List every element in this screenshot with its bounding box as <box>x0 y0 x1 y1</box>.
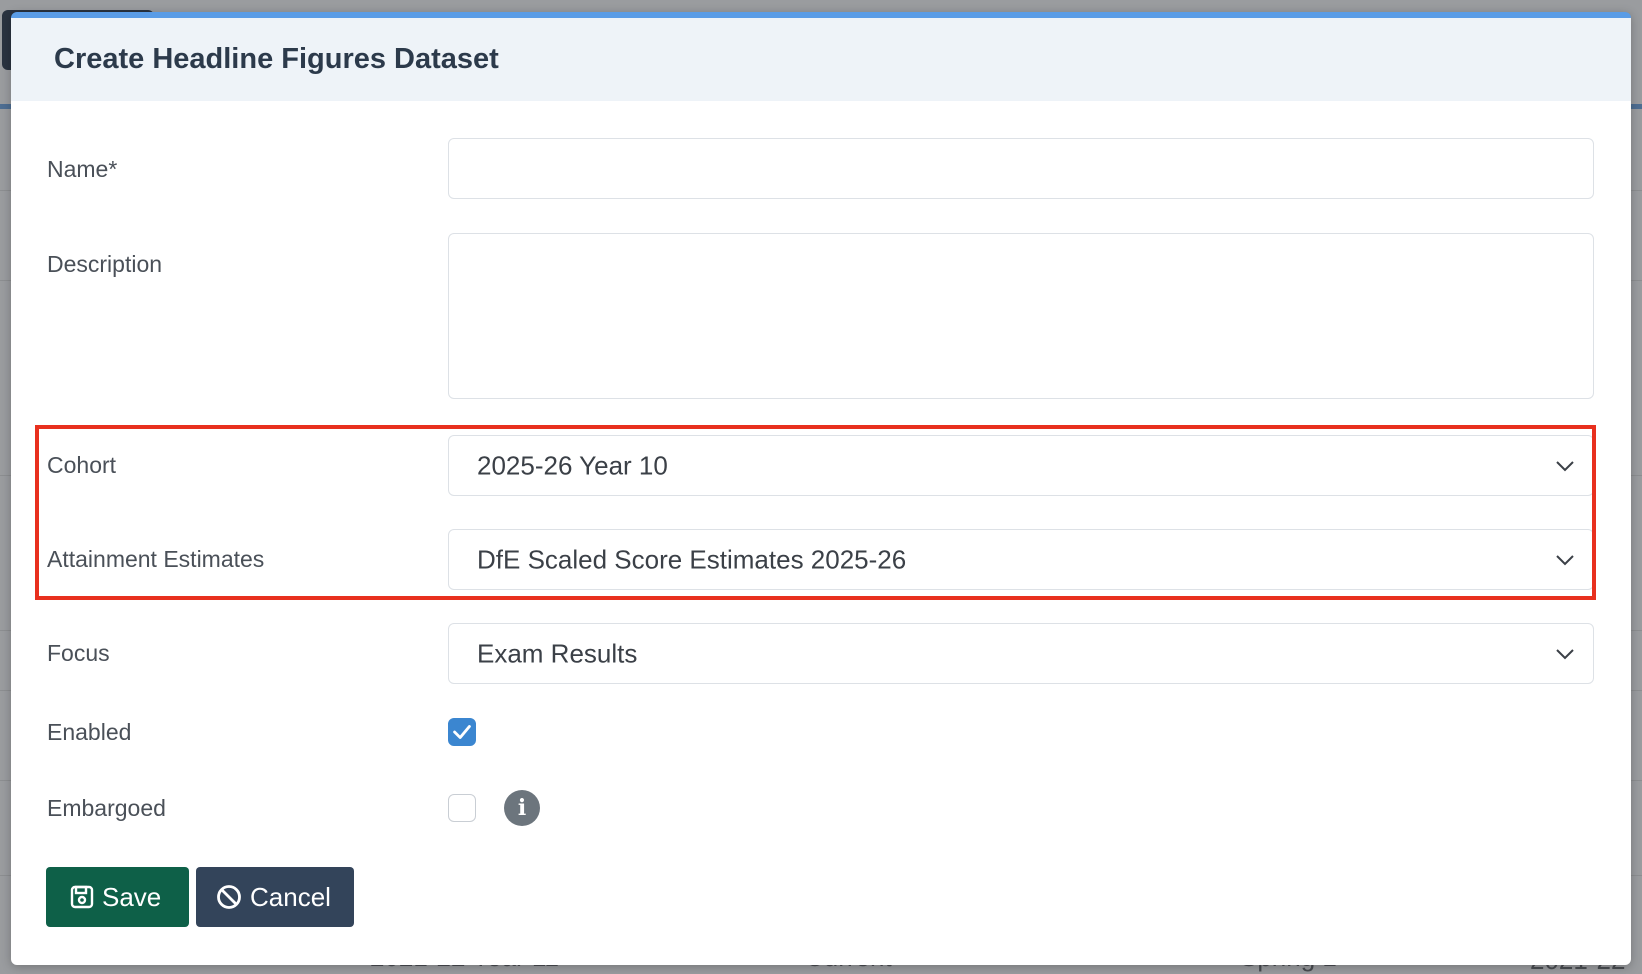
create-dataset-dialog: Create Headline Figures Dataset Name* De… <box>11 12 1631 965</box>
ban-icon <box>217 885 241 909</box>
chevron-down-icon <box>1556 554 1574 565</box>
focus-select[interactable]: Exam Results <box>448 623 1594 684</box>
chevron-down-icon <box>1556 648 1574 659</box>
name-label: Name* <box>47 156 118 182</box>
description-textarea[interactable] <box>448 233 1594 399</box>
embargoed-label: Embargoed <box>47 795 166 821</box>
save-button-label: Save <box>102 881 162 912</box>
attainment-estimates-label: Attainment Estimates <box>47 546 265 572</box>
info-icon[interactable]: i <box>504 790 540 826</box>
embargoed-checkbox[interactable] <box>448 794 476 822</box>
cohort-select[interactable]: 2025-26 Year 10 <box>448 435 1594 496</box>
cohort-label: Cohort <box>47 452 117 478</box>
enabled-label: Enabled <box>47 719 132 745</box>
dialog-header: Create Headline Figures Dataset <box>11 18 1631 101</box>
description-label: Description <box>47 251 163 277</box>
cancel-button-label: Cancel <box>250 881 331 912</box>
checkmark-icon <box>453 725 471 739</box>
dialog-title: Create Headline Figures Dataset <box>54 43 499 75</box>
attainment-estimates-selected-value: DfE Scaled Score Estimates 2025-26 <box>477 544 907 574</box>
focus-selected-value: Exam Results <box>477 638 638 668</box>
name-input[interactable] <box>448 138 1594 199</box>
focus-label: Focus <box>47 640 110 666</box>
enabled-checkbox[interactable] <box>448 718 476 746</box>
save-button[interactable]: Save <box>46 867 189 927</box>
cancel-button[interactable]: Cancel <box>196 867 354 927</box>
cohort-selected-value: 2025-26 Year 10 <box>477 450 668 480</box>
chevron-down-icon <box>1556 460 1574 471</box>
attainment-estimates-select[interactable]: DfE Scaled Score Estimates 2025-26 <box>448 529 1594 590</box>
floppy-disk-icon <box>70 885 94 909</box>
